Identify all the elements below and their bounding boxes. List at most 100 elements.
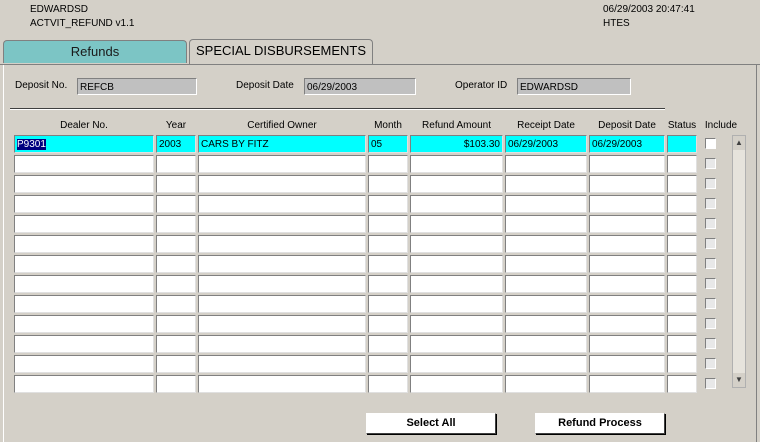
year-cell[interactable]: [156, 175, 196, 193]
status-cell[interactable]: [667, 335, 697, 353]
year-cell[interactable]: [156, 355, 196, 373]
refund-amount-cell[interactable]: [410, 275, 503, 293]
status-cell[interactable]: [667, 215, 697, 233]
dealer-no-cell[interactable]: [14, 355, 154, 373]
table-row[interactable]: [14, 215, 724, 235]
status-cell[interactable]: [667, 295, 697, 313]
receipt-date-cell[interactable]: [505, 315, 587, 333]
status-cell[interactable]: [667, 155, 697, 173]
certified-owner-cell[interactable]: CARS BY FITZ: [198, 135, 366, 153]
refund-amount-cell[interactable]: [410, 355, 503, 373]
status-cell[interactable]: [667, 195, 697, 213]
refund-amount-cell[interactable]: [410, 175, 503, 193]
certified-owner-cell[interactable]: [198, 355, 366, 373]
include-checkbox[interactable]: [705, 218, 716, 229]
deposit-date-field[interactable]: 06/29/2003: [304, 78, 416, 95]
refund-amount-cell[interactable]: [410, 375, 503, 393]
month-cell[interactable]: [368, 175, 408, 193]
dealer-no-cell[interactable]: [14, 235, 154, 253]
month-cell[interactable]: 05: [368, 135, 408, 153]
include-checkbox[interactable]: [705, 238, 716, 249]
include-checkbox[interactable]: [705, 198, 716, 209]
receipt-date-cell[interactable]: [505, 195, 587, 213]
year-cell[interactable]: [156, 215, 196, 233]
include-checkbox[interactable]: [705, 178, 716, 189]
include-checkbox[interactable]: [705, 338, 716, 349]
tab-refunds[interactable]: Refunds: [3, 40, 187, 63]
receipt-date-cell[interactable]: [505, 255, 587, 273]
table-row[interactable]: [14, 155, 724, 175]
status-cell[interactable]: [667, 375, 697, 393]
status-cell[interactable]: [667, 355, 697, 373]
status-cell[interactable]: [667, 235, 697, 253]
refund-process-button[interactable]: Refund Process: [535, 413, 665, 434]
certified-owner-cell[interactable]: [198, 315, 366, 333]
certified-owner-cell[interactable]: [198, 215, 366, 233]
month-cell[interactable]: [368, 235, 408, 253]
deposit-date-cell[interactable]: [589, 155, 665, 173]
receipt-date-cell[interactable]: [505, 235, 587, 253]
certified-owner-cell[interactable]: [198, 155, 366, 173]
receipt-date-cell[interactable]: [505, 275, 587, 293]
deposit-date-cell[interactable]: [589, 335, 665, 353]
table-row[interactable]: [14, 355, 724, 375]
scroll-down-icon[interactable]: ▼: [733, 373, 745, 387]
status-cell[interactable]: [667, 135, 697, 153]
receipt-date-cell[interactable]: [505, 355, 587, 373]
dealer-no-cell[interactable]: [14, 335, 154, 353]
year-cell[interactable]: [156, 295, 196, 313]
table-row[interactable]: [14, 315, 724, 335]
select-all-button[interactable]: Select All: [366, 413, 496, 434]
month-cell[interactable]: [368, 155, 408, 173]
dealer-no-cell[interactable]: [14, 215, 154, 233]
include-checkbox[interactable]: [705, 358, 716, 369]
receipt-date-cell[interactable]: [505, 295, 587, 313]
certified-owner-cell[interactable]: [198, 255, 366, 273]
deposit-date-cell[interactable]: [589, 175, 665, 193]
dealer-no-cell[interactable]: [14, 295, 154, 313]
include-checkbox[interactable]: [705, 158, 716, 169]
month-cell[interactable]: [368, 195, 408, 213]
certified-owner-cell[interactable]: [198, 235, 366, 253]
include-checkbox[interactable]: [705, 298, 716, 309]
status-cell[interactable]: [667, 255, 697, 273]
dealer-no-cell[interactable]: [14, 275, 154, 293]
deposit-date-cell[interactable]: 06/29/2003: [589, 135, 665, 153]
deposit-date-cell[interactable]: [589, 295, 665, 313]
receipt-date-cell[interactable]: [505, 335, 587, 353]
deposit-no-field[interactable]: REFCB: [77, 78, 197, 95]
receipt-date-cell[interactable]: [505, 375, 587, 393]
table-row[interactable]: [14, 375, 724, 395]
deposit-date-cell[interactable]: [589, 235, 665, 253]
status-cell[interactable]: [667, 275, 697, 293]
deposit-date-cell[interactable]: [589, 195, 665, 213]
include-checkbox[interactable]: [705, 378, 716, 389]
receipt-date-cell[interactable]: [505, 155, 587, 173]
year-cell[interactable]: [156, 275, 196, 293]
year-cell[interactable]: [156, 315, 196, 333]
include-checkbox[interactable]: [705, 258, 716, 269]
receipt-date-cell[interactable]: [505, 175, 587, 193]
table-row[interactable]: [14, 175, 724, 195]
year-cell[interactable]: [156, 155, 196, 173]
deposit-date-cell[interactable]: [589, 215, 665, 233]
dealer-no-cell[interactable]: [14, 315, 154, 333]
dealer-no-cell[interactable]: P9301: [14, 135, 154, 153]
year-cell[interactable]: [156, 195, 196, 213]
certified-owner-cell[interactable]: [198, 335, 366, 353]
month-cell[interactable]: [368, 335, 408, 353]
refund-amount-cell[interactable]: $103.30: [410, 135, 503, 153]
status-cell[interactable]: [667, 315, 697, 333]
dealer-no-cell[interactable]: [14, 175, 154, 193]
refund-amount-cell[interactable]: [410, 295, 503, 313]
include-checkbox[interactable]: [705, 138, 716, 149]
dealer-no-cell[interactable]: [14, 155, 154, 173]
table-row[interactable]: [14, 255, 724, 275]
refund-amount-cell[interactable]: [410, 195, 503, 213]
scroll-up-icon[interactable]: ▲: [733, 136, 745, 150]
deposit-date-cell[interactable]: [589, 275, 665, 293]
dealer-no-cell[interactable]: [14, 375, 154, 393]
refund-amount-cell[interactable]: [410, 255, 503, 273]
refund-amount-cell[interactable]: [410, 235, 503, 253]
year-cell[interactable]: [156, 375, 196, 393]
